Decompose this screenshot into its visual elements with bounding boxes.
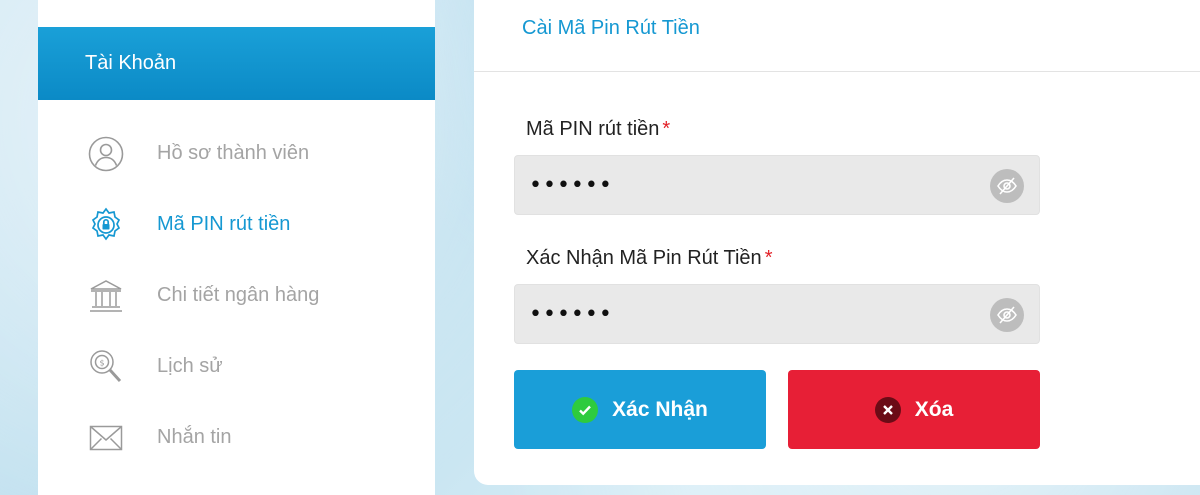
sidebar-item-pin[interactable]: Mã PIN rút tiền	[38, 189, 435, 260]
sidebar-item-profile[interactable]: Hồ sơ thành viên	[38, 118, 435, 189]
pin-form: Mã PIN rút tiền * Xác Nhận Mã Pin Rút Tiề…	[514, 118, 1040, 449]
svg-text:$: $	[99, 358, 104, 367]
pin-label: Mã PIN rút tiền *	[526, 118, 1040, 144]
form-actions: Xác Nhận Xóa	[514, 370, 1040, 449]
confirm-pin-field: Xác Nhận Mã Pin Rút Tiền *	[514, 247, 1040, 344]
sidebar-item-messages[interactable]: Nhắn tin	[38, 402, 435, 473]
confirm-pin-input-wrap	[514, 284, 1040, 344]
required-mark: *	[764, 247, 773, 269]
sidebar: Tài Khoản Hồ sơ thành viên Mã PIN rút ti…	[38, 0, 435, 495]
pin-label-text: Mã PIN rút tiền	[526, 118, 660, 140]
delete-button-label: Xóa	[914, 397, 954, 421]
pin-field: Mã PIN rút tiền *	[514, 118, 1040, 215]
sidebar-item-label: Nhắn tin	[157, 426, 232, 448]
coin-search-icon: $	[87, 348, 125, 386]
sidebar-item-bank[interactable]: Chi tiết ngân hàng	[38, 260, 435, 331]
pin-input-wrap	[514, 155, 1040, 215]
sidebar-item-label: Mã PIN rút tiền	[157, 213, 291, 235]
sidebar-header: Tài Khoản	[38, 27, 435, 100]
sidebar-item-label: Chi tiết ngân hàng	[157, 284, 320, 306]
sidebar-item-label: Lịch sử	[157, 355, 223, 377]
confirm-button-label: Xác Nhận	[612, 397, 708, 421]
user-profile-icon	[87, 135, 125, 173]
bank-icon	[87, 277, 125, 315]
sidebar-item-label: Hồ sơ thành viên	[157, 142, 310, 164]
close-icon	[874, 396, 901, 423]
delete-button[interactable]: Xóa	[788, 370, 1040, 449]
confirm-pin-input[interactable]	[515, 285, 1039, 343]
pin-input[interactable]	[515, 156, 1039, 214]
confirm-pin-label-text: Xác Nhận Mã Pin Rút Tiền	[526, 247, 762, 269]
envelope-icon	[87, 419, 125, 457]
eye-slash-icon[interactable]	[990, 169, 1024, 203]
required-mark: *	[662, 118, 671, 140]
check-icon	[572, 396, 599, 423]
eye-slash-icon[interactable]	[990, 298, 1024, 332]
confirm-pin-label: Xác Nhận Mã Pin Rút Tiền *	[526, 247, 1040, 273]
sidebar-nav: Hồ sơ thành viên Mã PIN rút tiền Chi tiế…	[38, 118, 435, 473]
main-panel: Cài Mã Pin Rút Tiền Mã PIN rút tiền * Xác	[474, 0, 1200, 485]
sidebar-item-history[interactable]: $ Lịch sử	[38, 331, 435, 402]
gear-lock-icon	[87, 206, 125, 244]
confirm-button[interactable]: Xác Nhận	[514, 370, 766, 449]
page-title: Cài Mã Pin Rút Tiền	[474, 0, 1200, 72]
